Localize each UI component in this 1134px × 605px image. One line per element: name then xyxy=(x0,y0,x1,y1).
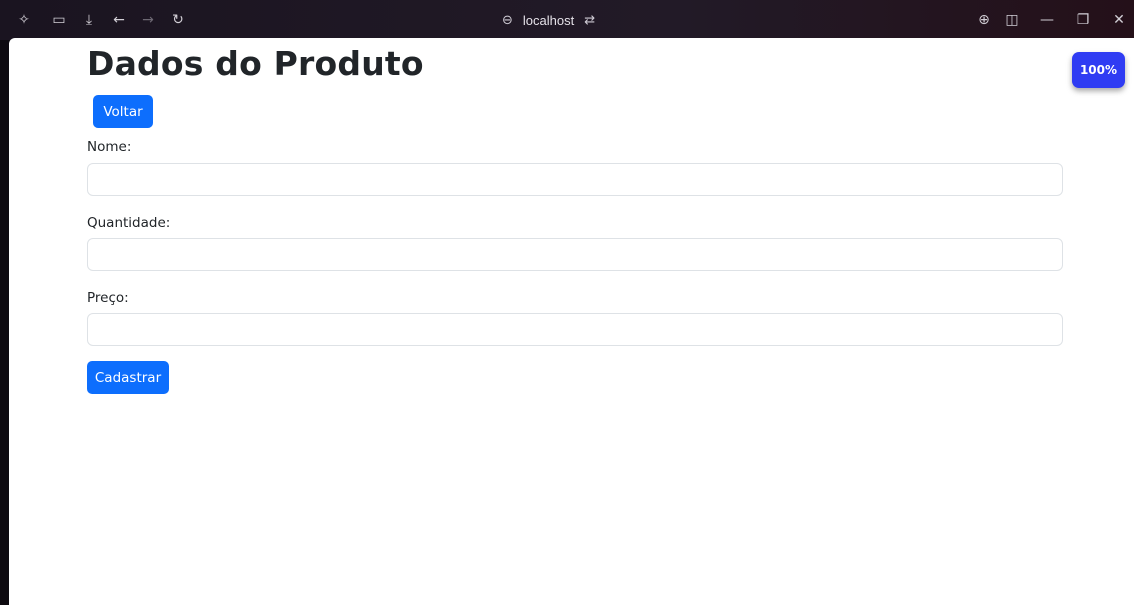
price-input[interactable] xyxy=(87,313,1063,346)
site-settings-icon[interactable]: ⇄ xyxy=(584,13,595,28)
window-frame xyxy=(0,40,9,605)
restore-icon[interactable]: ❐ xyxy=(1075,12,1091,28)
extension-icon[interactable]: ✧ xyxy=(16,12,32,28)
back-button[interactable]: Voltar xyxy=(93,95,153,128)
page-title: Dados do Produto xyxy=(87,44,424,83)
link-icon: ⊖ xyxy=(502,12,513,28)
close-icon[interactable]: ✕ xyxy=(1111,12,1127,28)
name-label: Nome: xyxy=(87,139,132,155)
submit-button[interactable]: Cadastrar xyxy=(87,361,169,394)
forward-icon[interactable]: → xyxy=(140,12,156,28)
price-label: Preço: xyxy=(87,290,129,306)
page-content: Dados do Produto Voltar Nome: Quantidade… xyxy=(9,38,1134,605)
back-icon[interactable]: ← xyxy=(111,12,127,28)
address-bar[interactable]: ⊖ localhost ⇄ xyxy=(502,12,595,28)
minimize-icon[interactable]: — xyxy=(1039,12,1055,28)
split-view-icon[interactable]: ◫ xyxy=(1004,12,1020,28)
reload-icon[interactable]: ↻ xyxy=(170,12,186,28)
translate-icon[interactable]: ⊕ xyxy=(976,12,992,28)
address-text[interactable]: localhost xyxy=(523,13,574,28)
quantity-label: Quantidade: xyxy=(87,215,171,231)
quantity-input[interactable] xyxy=(87,238,1063,271)
download-icon[interactable]: ⤓ xyxy=(81,12,97,28)
name-input[interactable] xyxy=(87,163,1063,196)
browser-titlebar: ✧ ▭ ⤓ ← → ↻ ⊖ localhost ⇄ ⊕ ◫ — ❐ ✕ xyxy=(0,0,1134,40)
sidebar-icon[interactable]: ▭ xyxy=(51,12,67,28)
zoom-badge[interactable]: 100% xyxy=(1072,52,1125,88)
